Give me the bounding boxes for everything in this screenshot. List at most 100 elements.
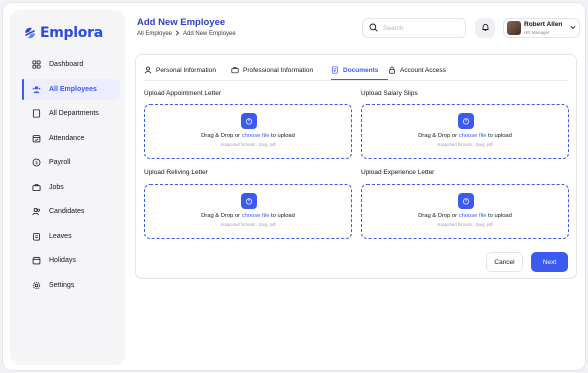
sidebar-item-label: All Departments <box>49 110 99 117</box>
tab-label: Personal Information <box>156 66 216 74</box>
clipboard-icon <box>33 232 40 241</box>
prompt-text: to upload <box>269 133 295 139</box>
choose-file-link[interactable]: choose file <box>459 213 487 219</box>
upload-appointment-letter-label: Upload Appointment Letter <box>144 90 221 97</box>
dropzone-salary-slips[interactable]: Drag & Drop or choose file to upload Sup… <box>361 104 569 159</box>
sidebar-item-label: Candidates <box>49 208 85 215</box>
document-icon <box>332 66 338 74</box>
search-box[interactable] <box>362 18 466 38</box>
calendar-check-icon <box>32 134 41 142</box>
emplora-logo-icon <box>23 26 37 40</box>
sidebar-item-label: Dashboard <box>49 61 84 68</box>
breadcrumb-item: Add New Employee <box>183 31 236 37</box>
tab-label: Account Access <box>400 66 446 74</box>
users-icon <box>32 85 41 93</box>
choose-file-link[interactable]: choose file <box>242 133 270 139</box>
user-name: Robert Allen <box>524 21 563 28</box>
prompt-text: to upload <box>486 133 512 139</box>
sidebar-nav: Dashboard All Employees All Departments … <box>22 54 120 299</box>
next-button[interactable]: Next <box>531 252 568 272</box>
page-title: Add New Employee <box>137 17 226 28</box>
sidebar-item-label: Jobs <box>49 183 64 191</box>
prompt-text: to upload <box>486 213 512 219</box>
sidebar-item-label: Leaves <box>49 232 72 240</box>
choose-file-link[interactable]: choose file <box>242 213 270 219</box>
user-icon <box>144 66 152 74</box>
notifications-button[interactable] <box>475 18 495 38</box>
dropzone-experience-letter[interactable]: Drag & Drop or choose file to upload Sup… <box>361 184 569 239</box>
breadcrumb: All Employee Add New Employee <box>137 30 236 38</box>
logo[interactable]: Emplora <box>23 25 103 41</box>
dollar-icon: $ <box>32 158 41 167</box>
app-window: Emplora Dashboard All Employees All Depa… <box>2 2 586 371</box>
user-profile-menu[interactable]: Robert Allen HR Manager <box>503 18 580 38</box>
dropzone-prompt: Drag & Drop or choose file to upload <box>145 213 351 219</box>
search-input[interactable] <box>383 24 463 32</box>
search-icon <box>369 23 378 34</box>
dropzone-prompt: Drag & Drop or choose file to upload <box>362 133 568 139</box>
bell-icon <box>481 23 490 34</box>
prompt-text: Drag & Drop or <box>201 133 242 139</box>
sidebar-item-jobs[interactable]: Jobs <box>22 177 120 198</box>
lock-icon <box>389 66 395 74</box>
upload-icon <box>245 197 253 205</box>
sidebar-item-payroll[interactable]: $ Payroll <box>22 152 120 173</box>
tab-personal-information[interactable]: Personal Information <box>144 62 231 78</box>
prompt-text: Drag & Drop or <box>418 133 459 139</box>
sidebar-item-label: Settings <box>49 281 75 289</box>
sidebar-item-leaves[interactable]: Leaves <box>22 226 120 247</box>
tab-label: Professional Information <box>243 66 314 74</box>
dropzone-reliving-letter[interactable]: Drag & Drop or choose file to upload Sup… <box>144 184 352 239</box>
svg-text:$: $ <box>35 160 38 166</box>
prompt-text: to upload <box>269 213 295 219</box>
dropzone-appointment-letter[interactable]: Drag & Drop or choose file to upload Sup… <box>144 104 352 159</box>
app-name: Emplora <box>40 25 103 41</box>
gear-icon <box>32 281 41 289</box>
sidebar-item-dashboard[interactable]: Dashboard <box>22 54 120 75</box>
prompt-text: Drag & Drop or <box>418 213 459 219</box>
sidebar-item-all-employees[interactable]: All Employees <box>22 78 120 100</box>
cancel-button[interactable]: Cancel <box>486 252 523 272</box>
sidebar: Emplora Dashboard All Employees All Depa… <box>10 10 125 365</box>
grid-icon <box>32 60 41 69</box>
sidebar-item-label: Payroll <box>49 159 71 166</box>
upload-button[interactable] <box>241 113 257 129</box>
tab-account-access[interactable]: Account Access <box>388 62 458 78</box>
supported-formats: Supported formats : Jpeg, pdf <box>220 142 276 147</box>
upload-reliving-letter-label: Upload Reliving Letter <box>144 169 208 176</box>
sidebar-item-label: Attendance <box>49 134 85 142</box>
upload-salary-slips-label: Upload Salary Slips <box>361 90 418 97</box>
tabs-divider <box>144 80 568 81</box>
upload-icon <box>245 117 253 125</box>
tab-professional-information[interactable]: Professional Information <box>231 62 331 78</box>
chevron-right-icon <box>175 30 180 38</box>
supported-formats: Supported formats : Jpeg, pdf <box>220 222 276 227</box>
supported-formats: Supported formats : Jpeg, pdf <box>437 222 493 227</box>
sidebar-item-all-departments[interactable]: All Departments <box>22 103 120 124</box>
supported-formats: Supported formats : Jpeg, pdf <box>437 142 493 147</box>
chevron-down-icon <box>570 25 576 32</box>
tab-label: Documents <box>343 66 379 74</box>
briefcase-icon <box>231 67 239 74</box>
upload-icon <box>462 197 470 205</box>
sidebar-item-settings[interactable]: Settings <box>22 275 120 296</box>
choose-file-link[interactable]: choose file <box>459 133 487 139</box>
form-tabs: Personal Information Professional Inform… <box>144 62 458 80</box>
user-role: HR Manager <box>524 29 550 35</box>
upload-button[interactable] <box>458 113 474 129</box>
upload-experience-letter-label: Upload Experience Letter <box>361 169 435 176</box>
tab-documents[interactable]: Documents <box>331 62 388 80</box>
sidebar-item-label: Holidays <box>49 257 76 264</box>
sidebar-item-holidays[interactable]: Holidays <box>22 250 120 271</box>
avatar <box>507 21 521 35</box>
user-group-icon <box>32 208 40 216</box>
employee-form-card: Personal Information Professional Inform… <box>135 54 577 279</box>
upload-button[interactable] <box>458 193 474 209</box>
breadcrumb-item[interactable]: All Employee <box>137 31 172 37</box>
dropzone-prompt: Drag & Drop or choose file to upload <box>145 133 351 139</box>
sidebar-item-candidates[interactable]: Candidates <box>22 201 120 222</box>
sidebar-item-attendance[interactable]: Attendance <box>22 128 120 149</box>
briefcase-icon <box>32 183 41 191</box>
upload-button[interactable] <box>241 193 257 209</box>
prompt-text: Drag & Drop or <box>201 213 242 219</box>
